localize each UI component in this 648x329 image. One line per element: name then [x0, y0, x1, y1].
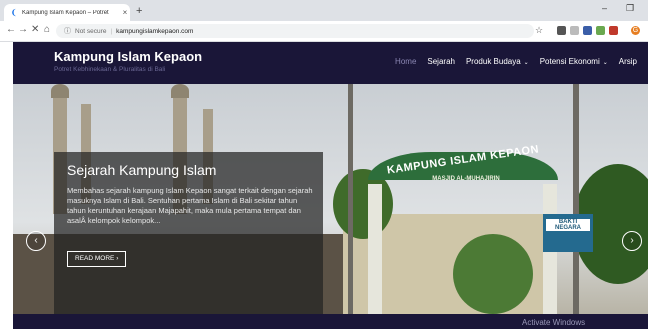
- main-menu: Home Sejarah Produk Budaya ⌄ Potensi Ekon…: [395, 57, 648, 66]
- hero-slider: KAMPUNG ISLAM KEPAON MASJID AL-MUHAJIRIN…: [13, 84, 648, 314]
- browser-tab[interactable]: ❨ Kampung Islam Kepaon – Potret ×: [4, 4, 130, 21]
- menu-item-produk-budaya[interactable]: Produk Budaya ⌄: [466, 57, 529, 66]
- gate-pillar-shape: [368, 184, 382, 314]
- extension-icon[interactable]: [583, 26, 592, 35]
- gate-sign-subtext: MASJID AL-MUHAJIRIN: [432, 176, 500, 182]
- new-tab-button[interactable]: +: [136, 5, 142, 17]
- forward-arrow-icon[interactable]: →: [18, 24, 28, 35]
- slider-prev-button[interactable]: ‹: [26, 231, 46, 251]
- slide-caption: Sejarah Kampung Islam Membahas sejarah k…: [54, 152, 323, 314]
- chevron-left-icon: ‹: [34, 235, 38, 246]
- back-arrow-icon[interactable]: ←: [6, 24, 16, 35]
- chevron-right-icon: ›: [630, 235, 634, 246]
- read-more-label: READ MORE: [75, 255, 115, 262]
- village-board: BAKTI NEGARA: [543, 214, 593, 252]
- site-header: Kampung Islam Kepaon Potret Kebhinekaan …: [13, 42, 648, 84]
- menu-label: Produk Budaya: [465, 57, 521, 66]
- website: Kampung Islam Kepaon Potret Kebhinekaan …: [13, 42, 648, 329]
- tab-title: Kampung Islam Kepaon – Potret: [22, 9, 109, 16]
- menu-label: Potensi Ekonomi: [539, 57, 600, 66]
- utility-pole-shape: [573, 84, 579, 314]
- menu-label: Home: [395, 57, 417, 66]
- bookmark-star-icon[interactable]: ☆: [535, 25, 543, 36]
- browser-toolbar: ← → ✕ ⌂ ⓘ Not secure | kampungislamkepao…: [0, 21, 648, 42]
- chevron-down-icon: ⌄: [523, 60, 529, 66]
- security-status: Not secure: [75, 27, 107, 35]
- read-more-button[interactable]: READ MORE ›: [67, 251, 127, 267]
- menu-item-arsip[interactable]: Arsip: [619, 57, 637, 66]
- minaret-dome-shape: [51, 84, 69, 98]
- village-board-name: BAKTI NEGARA: [546, 219, 590, 231]
- extension-icon[interactable]: [570, 26, 579, 35]
- restore-button[interactable]: ❐: [626, 3, 634, 14]
- utility-pole-shape: [348, 84, 353, 314]
- site-brand[interactable]: Kampung Islam Kepaon: [54, 49, 202, 64]
- url-text[interactable]: kampungislamkepaon.com: [116, 28, 193, 35]
- home-icon[interactable]: ⌂: [44, 24, 50, 35]
- slide-excerpt: Membahas sejarah kampung Islam Kepaon sa…: [67, 186, 313, 225]
- slide-title[interactable]: Sejarah Kampung Islam: [67, 162, 216, 178]
- menu-item-potensi-ekonomi[interactable]: Potensi Ekonomi ⌄: [540, 57, 608, 66]
- slider-next-button[interactable]: ›: [622, 231, 642, 251]
- tab-close-icon[interactable]: ×: [120, 8, 130, 17]
- address-bar[interactable]: ⓘ Not secure | kampungislamkepaon.com: [56, 24, 534, 38]
- browser-tab-strip: ❨ Kampung Islam Kepaon – Potret × + – ❐: [0, 0, 648, 21]
- info-icon[interactable]: ⓘ: [64, 26, 71, 36]
- profile-avatar[interactable]: G: [631, 26, 640, 35]
- chevron-down-icon: ⌄: [602, 60, 608, 66]
- windows-activation-watermark: Activate Windows: [522, 318, 586, 327]
- minaret-dome-shape: [171, 84, 189, 98]
- menu-label: Sejarah: [427, 57, 455, 66]
- tree-shape: [453, 234, 533, 314]
- extension-icon[interactable]: [596, 26, 605, 35]
- minimize-button[interactable]: –: [602, 3, 607, 13]
- menu-item-sejarah[interactable]: Sejarah: [427, 57, 455, 66]
- extension-icon[interactable]: [609, 26, 618, 35]
- extension-icon[interactable]: [557, 26, 566, 35]
- site-favicon-icon: ❨: [10, 8, 18, 17]
- menu-label: Arsip: [618, 57, 637, 66]
- chevron-right-icon: ›: [116, 255, 119, 262]
- menu-item-home[interactable]: Home: [395, 57, 416, 66]
- site-tagline: Potret Kebhinekaan & Pluralitas di Bali: [54, 66, 166, 73]
- reload-stop-icon[interactable]: ✕: [31, 24, 39, 35]
- address-separator: |: [110, 27, 113, 35]
